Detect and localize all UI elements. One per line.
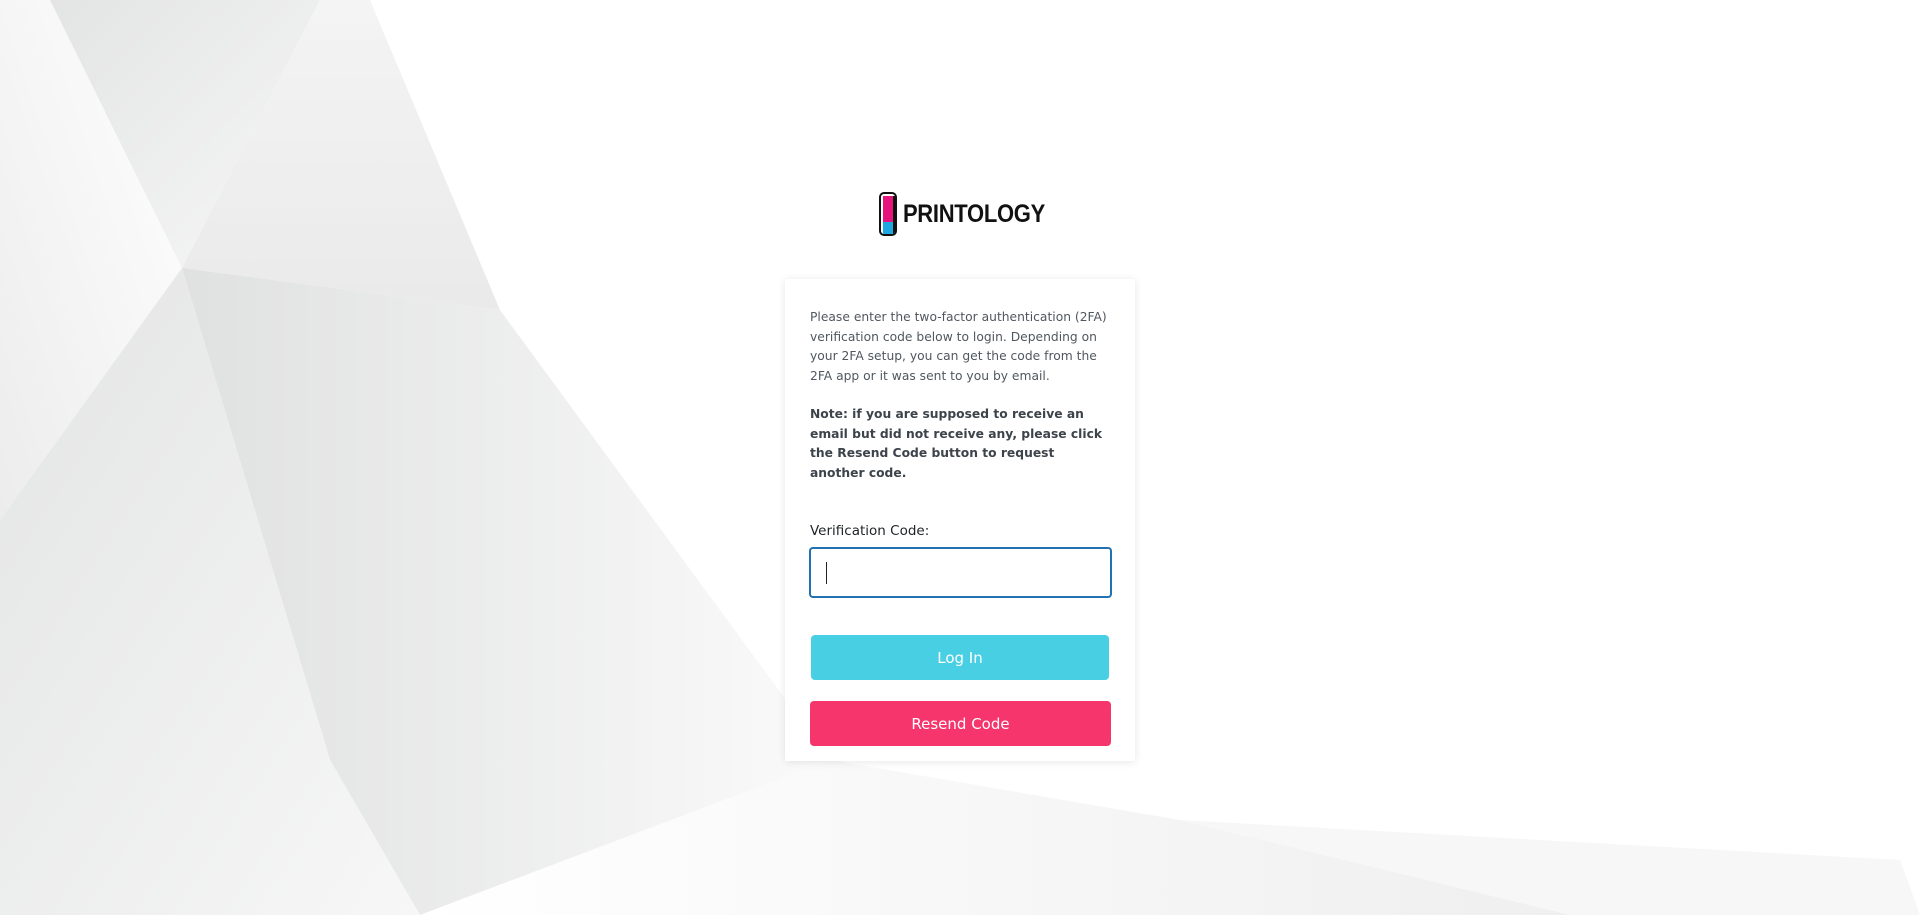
brand-logo: PRINTOLOGY: [879, 192, 1045, 236]
two-factor-login-form: Please enter the two-factor authenticati…: [785, 279, 1135, 761]
resend-note: Note: if you are supposed to receive an …: [810, 407, 1103, 480]
verification-code-wrapper: [810, 548, 1111, 597]
brand-name: PRINTOLOGY: [902, 199, 1045, 228]
verification-code-input[interactable]: [810, 548, 1111, 597]
text-caret: [826, 562, 827, 584]
log-in-button[interactable]: Log In: [811, 635, 1109, 680]
twofa-instructions: Please enter the two-factor authenticati…: [810, 310, 1107, 383]
verification-code-label: Verification Code:: [810, 523, 930, 539]
printology-logo-icon: [879, 192, 897, 236]
resend-code-button[interactable]: Resend Code: [810, 701, 1111, 746]
